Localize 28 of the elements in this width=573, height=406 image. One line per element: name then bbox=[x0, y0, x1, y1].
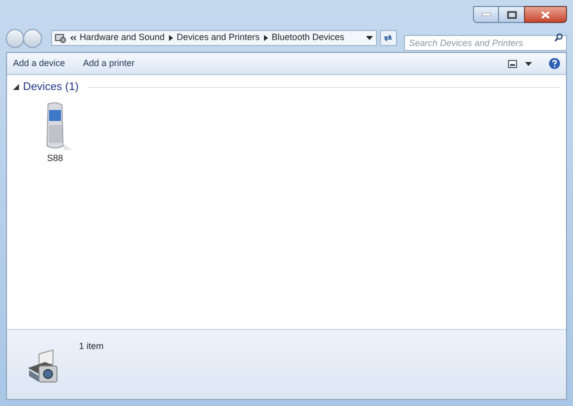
collapse-arrow-icon[interactable] bbox=[13, 84, 19, 90]
search-field[interactable]: Search Devices and Printers bbox=[404, 35, 567, 51]
dropdown-arrow-icon[interactable] bbox=[366, 36, 373, 40]
item-count-text: 1 item bbox=[79, 340, 104, 353]
address-bar[interactable]: Hardware and Sound Devices and Printers Bluetooth Devices bbox=[50, 30, 377, 46]
breadcrumb[interactable]: Hardware and Sound bbox=[80, 31, 165, 45]
dropdown-arrow-icon[interactable] bbox=[525, 62, 532, 66]
control-panel-icon bbox=[54, 33, 66, 43]
minimize-icon bbox=[482, 13, 490, 16]
restore-icon bbox=[506, 10, 516, 18]
refresh-button[interactable] bbox=[380, 30, 397, 46]
search-icon bbox=[554, 33, 563, 42]
device-label: S88 bbox=[46, 152, 63, 164]
close-icon bbox=[541, 10, 550, 18]
breadcrumb[interactable]: Devices and Printers bbox=[176, 31, 260, 45]
close-button[interactable] bbox=[524, 6, 567, 23]
group-header[interactable]: Devices (1) bbox=[23, 79, 79, 96]
breadcrumb[interactable]: Bluetooth Devices bbox=[272, 31, 344, 45]
breadcrumb-arrow-icon[interactable] bbox=[168, 35, 173, 41]
toolbar-button[interactable]: Add a device bbox=[13, 56, 66, 70]
toolbar-button[interactable]: Add a printer bbox=[83, 56, 135, 70]
refresh-icon bbox=[383, 34, 394, 42]
help-icon[interactable] bbox=[549, 58, 560, 69]
breadcrumb-arrow-icon[interactable] bbox=[264, 35, 268, 41]
view-icon[interactable] bbox=[508, 60, 517, 68]
maximize-button[interactable] bbox=[499, 6, 524, 23]
overflow-chevron-icon bbox=[70, 35, 76, 41]
minimize-button[interactable] bbox=[473, 6, 499, 23]
